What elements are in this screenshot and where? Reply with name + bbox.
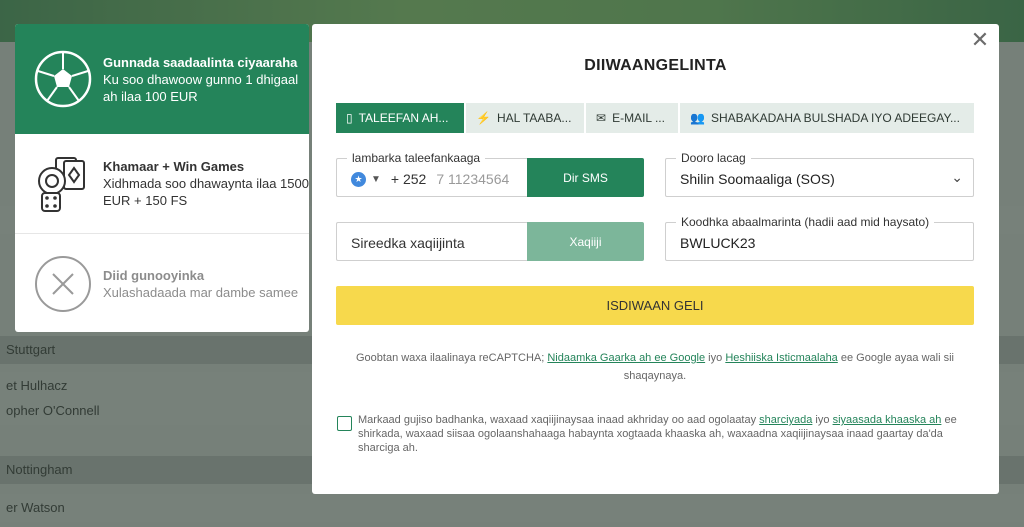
promo-code-input[interactable]: BWLUCK23 bbox=[680, 235, 755, 251]
phone-icon: ▯ bbox=[346, 111, 353, 125]
soccer-ball-icon bbox=[34, 50, 92, 108]
google-privacy-link[interactable]: Nidaamka Gaarka ah ee Google bbox=[547, 352, 705, 364]
bonus-title: Diid gunooyinka bbox=[103, 268, 205, 283]
terms-link[interactable]: sharciyada bbox=[759, 414, 812, 426]
tab-phone[interactable]: ▯ TALEEFAN AH... bbox=[336, 103, 466, 133]
tab-label: HAL TAABA... bbox=[496, 111, 572, 125]
promo-code-label: Koodhka abaalmarinta (hadii aad mid hays… bbox=[676, 215, 935, 229]
tab-label: E-MAIL ... bbox=[612, 111, 665, 125]
currency-select[interactable]: Dooro lacag Shilin Soomaaliga (SOS) ⌄ bbox=[665, 151, 974, 197]
registration-modal: ✕ DIIWAANGELINTA ▯ TALEEFAN AH... ⚡ HAL … bbox=[312, 24, 999, 494]
users-icon: 👥 bbox=[690, 111, 705, 125]
tab-social[interactable]: 👥 SHABAKADAHA BULSHADA IYO ADEEGAY... bbox=[680, 103, 974, 133]
tab-one-click[interactable]: ⚡ HAL TAABA... bbox=[466, 103, 586, 133]
terms-text: iyo bbox=[812, 414, 833, 426]
google-terms-link[interactable]: Heshiiska Isticmaalaha bbox=[725, 352, 838, 364]
country-code: + 252 bbox=[390, 171, 427, 187]
terms-text: Markaad gujiso badhanka, waxaad xaqiijin… bbox=[358, 414, 760, 426]
tab-email[interactable]: ✉ E-MAIL ... bbox=[586, 103, 680, 133]
terms-notice: Markaad gujiso badhanka, waxaad xaqiijin… bbox=[358, 413, 974, 455]
privacy-policy-link[interactable]: siyaasada khaaska ah bbox=[833, 414, 942, 426]
currency-label: Dooro lacag bbox=[676, 151, 751, 165]
register-button[interactable]: ISDIWAAN GELI bbox=[336, 286, 974, 325]
envelope-icon: ✉ bbox=[596, 111, 607, 125]
phone-field-label: lambarka taleefankaaga bbox=[347, 151, 486, 165]
registration-tabs: ▯ TALEEFAN AH... ⚡ HAL TAABA... ✉ E-MAIL… bbox=[336, 103, 974, 133]
captcha-text: Goobtan waxa ilaalinaya reCAPTCHA; bbox=[355, 352, 548, 364]
phone-field[interactable]: lambarka taleefankaaga ★ ▼ + 252 7 11234… bbox=[336, 151, 528, 197]
bonus-description: Xidhmada soo dhawaynta ilaa 1500 EUR + 1… bbox=[103, 176, 309, 208]
promo-code-field[interactable]: Koodhka abaalmarinta (hadii aad mid hays… bbox=[665, 215, 974, 261]
bonus-panel: Gunnada saadaalinta ciyaaraha Ku soo dha… bbox=[15, 24, 309, 332]
tab-label: SHABAKADAHA BULSHADA IYO ADEEGAY... bbox=[710, 111, 960, 125]
chevron-down-icon: ⌄ bbox=[951, 169, 963, 185]
close-icon[interactable]: ✕ bbox=[970, 29, 990, 51]
somalia-flag-icon[interactable]: ★ bbox=[351, 171, 366, 187]
phone-input[interactable]: 7 11234564 bbox=[436, 171, 509, 187]
bonus-title: Gunnada saadaalinta ciyaaraha bbox=[103, 54, 298, 70]
tab-label: TALEEFAN AH... bbox=[358, 111, 449, 125]
recaptcha-notice: Goobtan waxa ilaalinaya reCAPTCHA; Nidaa… bbox=[336, 349, 974, 385]
bonus-option-casino[interactable]: Khamaar + Win Games Xidhmada soo dhawayn… bbox=[15, 134, 309, 234]
lightning-icon: ⚡ bbox=[476, 111, 491, 125]
bonus-description: Xulashadaada mar dambe samee bbox=[103, 285, 299, 300]
verification-code-input[interactable]: Sireedka xaqiijinta bbox=[351, 235, 465, 251]
confirm-button[interactable]: Xaqiiji bbox=[527, 222, 644, 261]
chevron-down-icon[interactable]: ▼ bbox=[371, 174, 381, 185]
bonus-description: Ku soo dhawoow gunno 1 dhigaal ah ilaa 1… bbox=[103, 71, 299, 104]
close-circle-icon bbox=[34, 255, 92, 313]
bonus-option-sports[interactable]: Gunnada saadaalinta ciyaaraha Ku soo dha… bbox=[15, 24, 309, 134]
captcha-text: iyo bbox=[705, 352, 726, 364]
currency-value: Shilin Soomaaliga (SOS) bbox=[680, 171, 835, 187]
bonus-option-decline[interactable]: Diid gunooyinka Xulashadaada mar dambe s… bbox=[15, 234, 309, 332]
casino-chips-cards-dice-icon bbox=[34, 155, 92, 213]
terms-checkbox[interactable] bbox=[337, 416, 352, 431]
verification-code-field[interactable]: Sireedka xaqiijinta bbox=[336, 222, 528, 261]
bonus-title: Khamaar + Win Games bbox=[103, 159, 245, 174]
modal-title: DIIWAANGELINTA bbox=[584, 57, 727, 74]
send-sms-button[interactable]: Dir SMS bbox=[527, 158, 644, 197]
